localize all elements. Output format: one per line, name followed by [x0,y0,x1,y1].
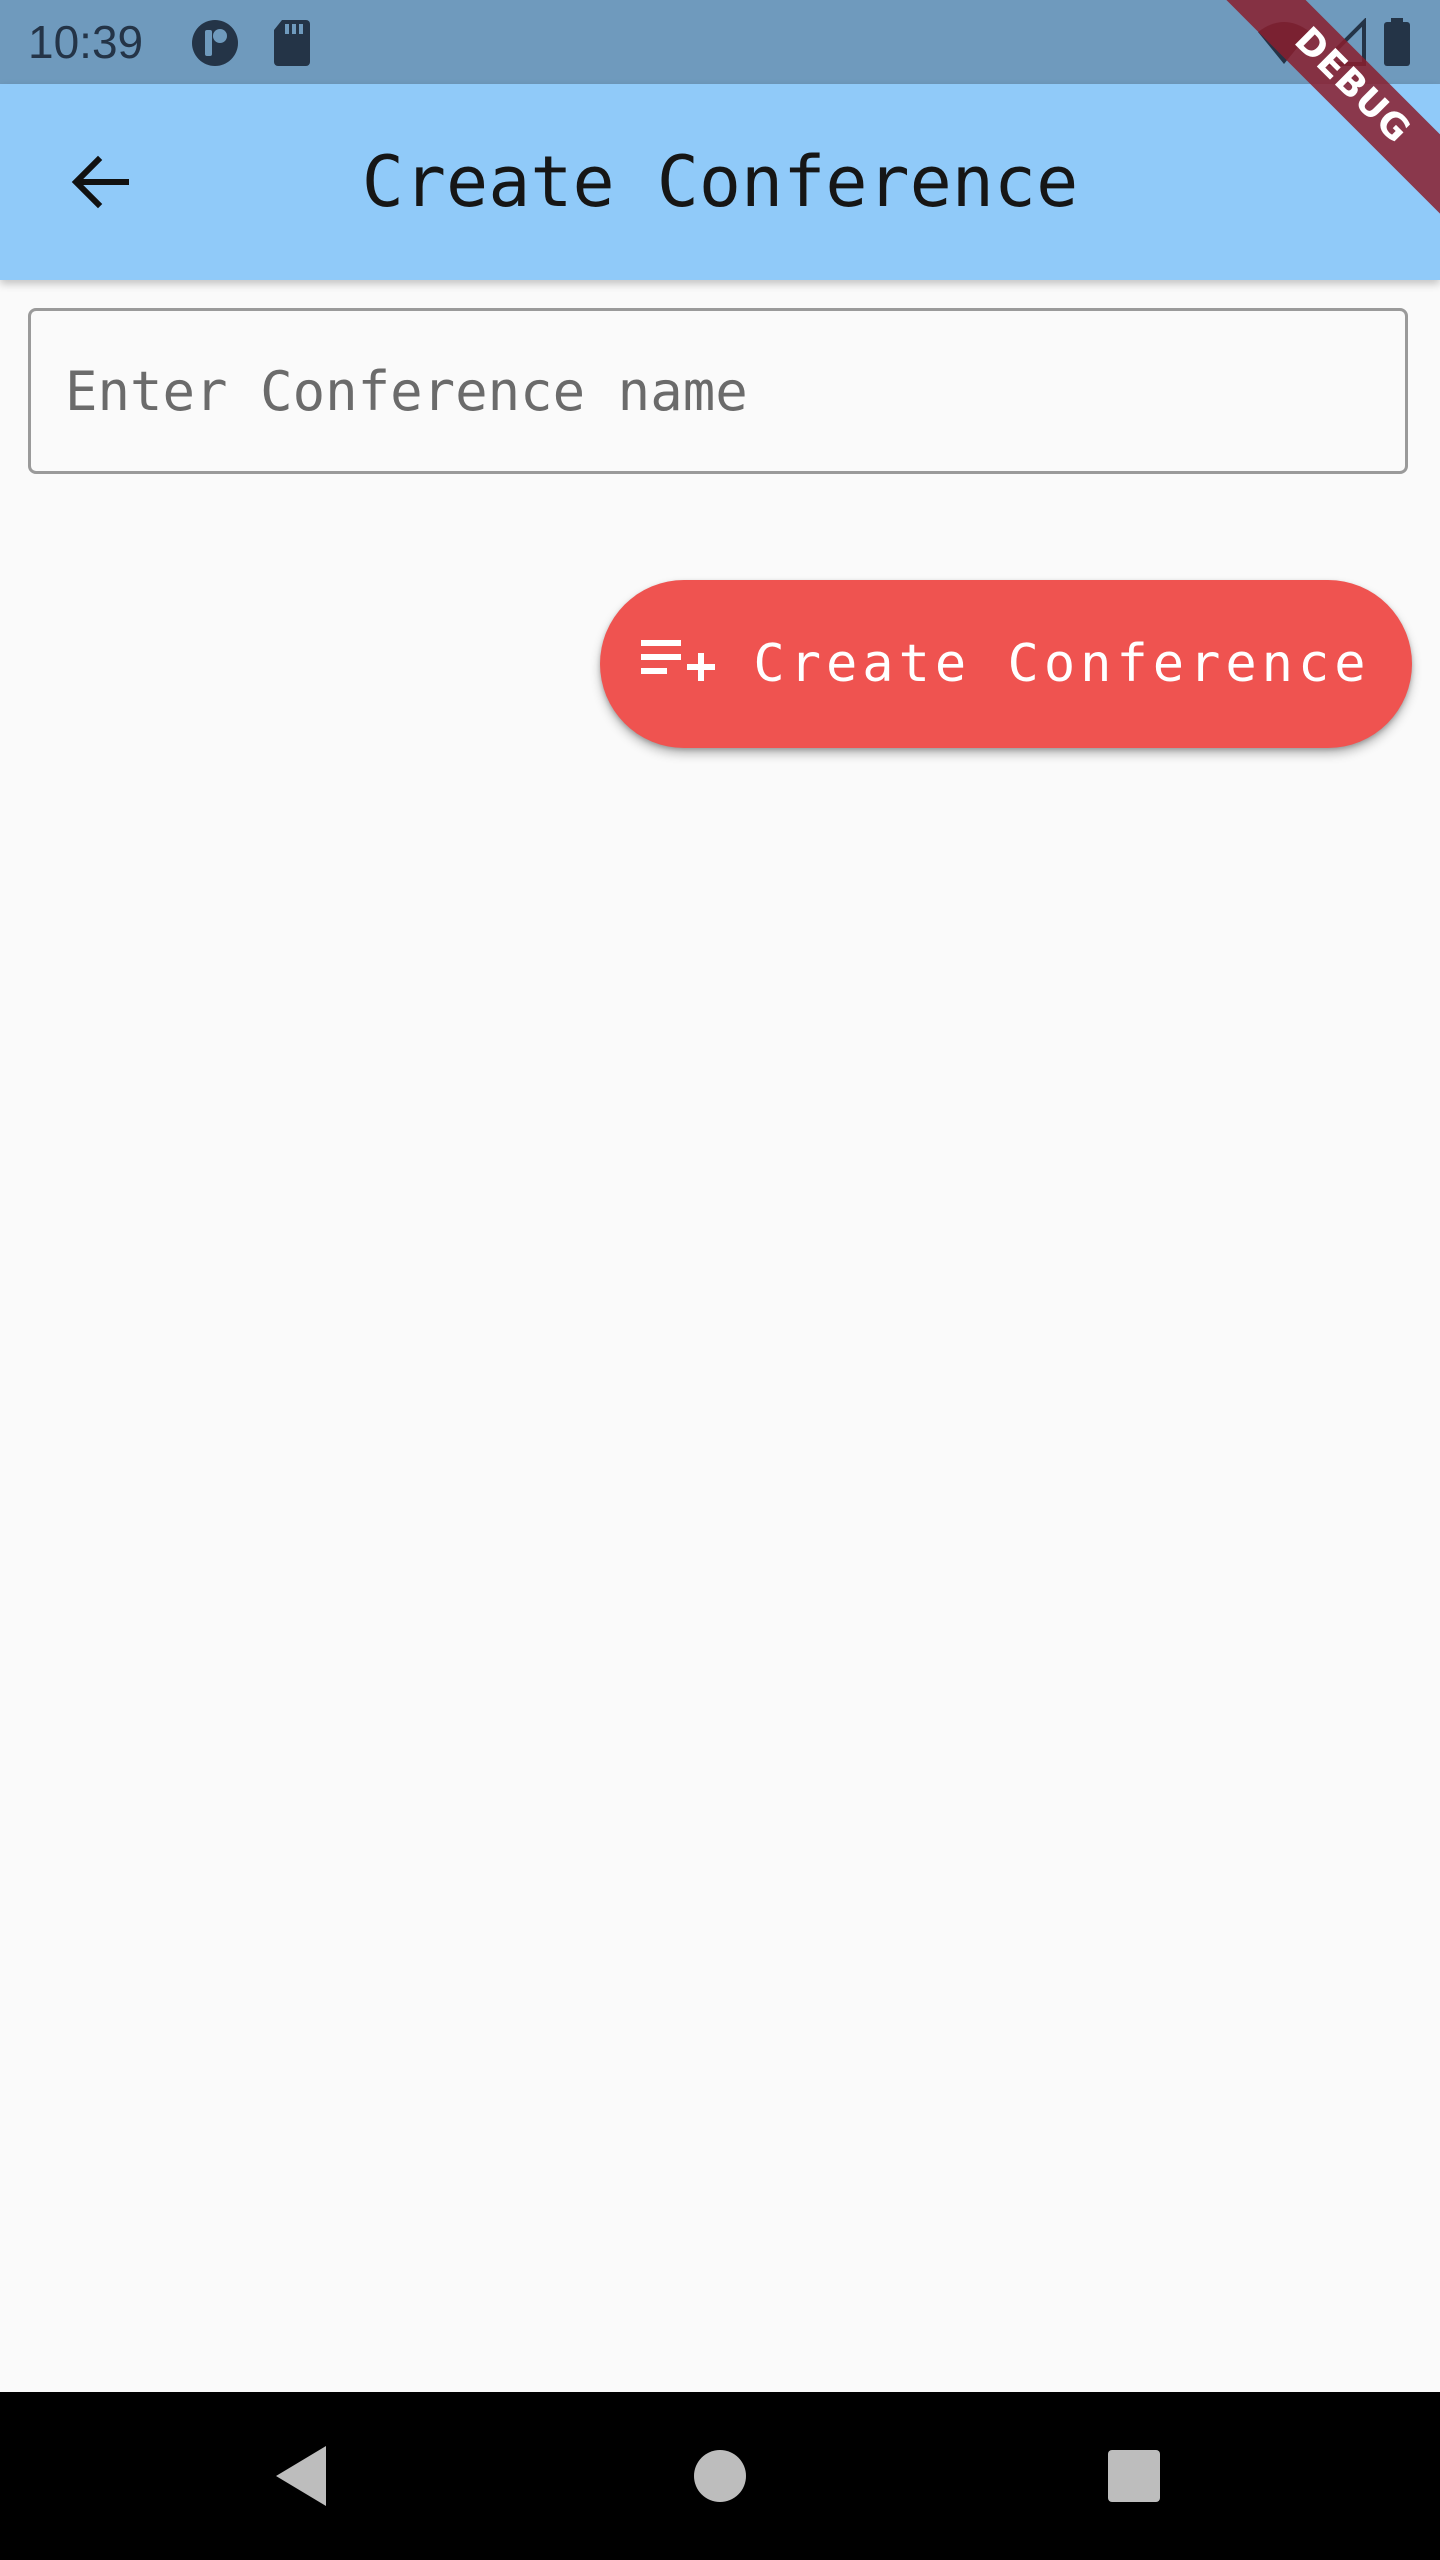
create-conference-button[interactable]: Create Conference [600,580,1412,748]
home-circle-icon [694,2450,746,2502]
page-title: Create Conference [361,141,1079,223]
sd-card-icon [272,18,322,68]
nav-back-button[interactable] [252,2426,352,2526]
status-bar: 10:39 [0,0,1440,84]
nav-home-button[interactable] [670,2426,770,2526]
wifi-icon [1256,18,1310,68]
back-triangle-icon [276,2446,326,2506]
status-time: 10:39 [28,16,144,68]
playlist-add-icon [641,640,716,681]
signal-icon [1317,17,1370,68]
battery-icon [1382,18,1432,68]
create-conference-label: Create Conference [753,634,1371,694]
conference-name-field[interactable] [28,308,1408,474]
media-icon [190,18,240,68]
recents-square-icon [1108,2450,1160,2502]
conference-name-input[interactable] [31,311,1405,471]
system-nav-bar [0,2392,1440,2560]
screen: 10:39 DEBUG Create Conference Enter Conf… [0,0,1440,2560]
nav-recents-button[interactable] [1084,2426,1184,2526]
app-bar: Create Conference [0,84,1440,280]
